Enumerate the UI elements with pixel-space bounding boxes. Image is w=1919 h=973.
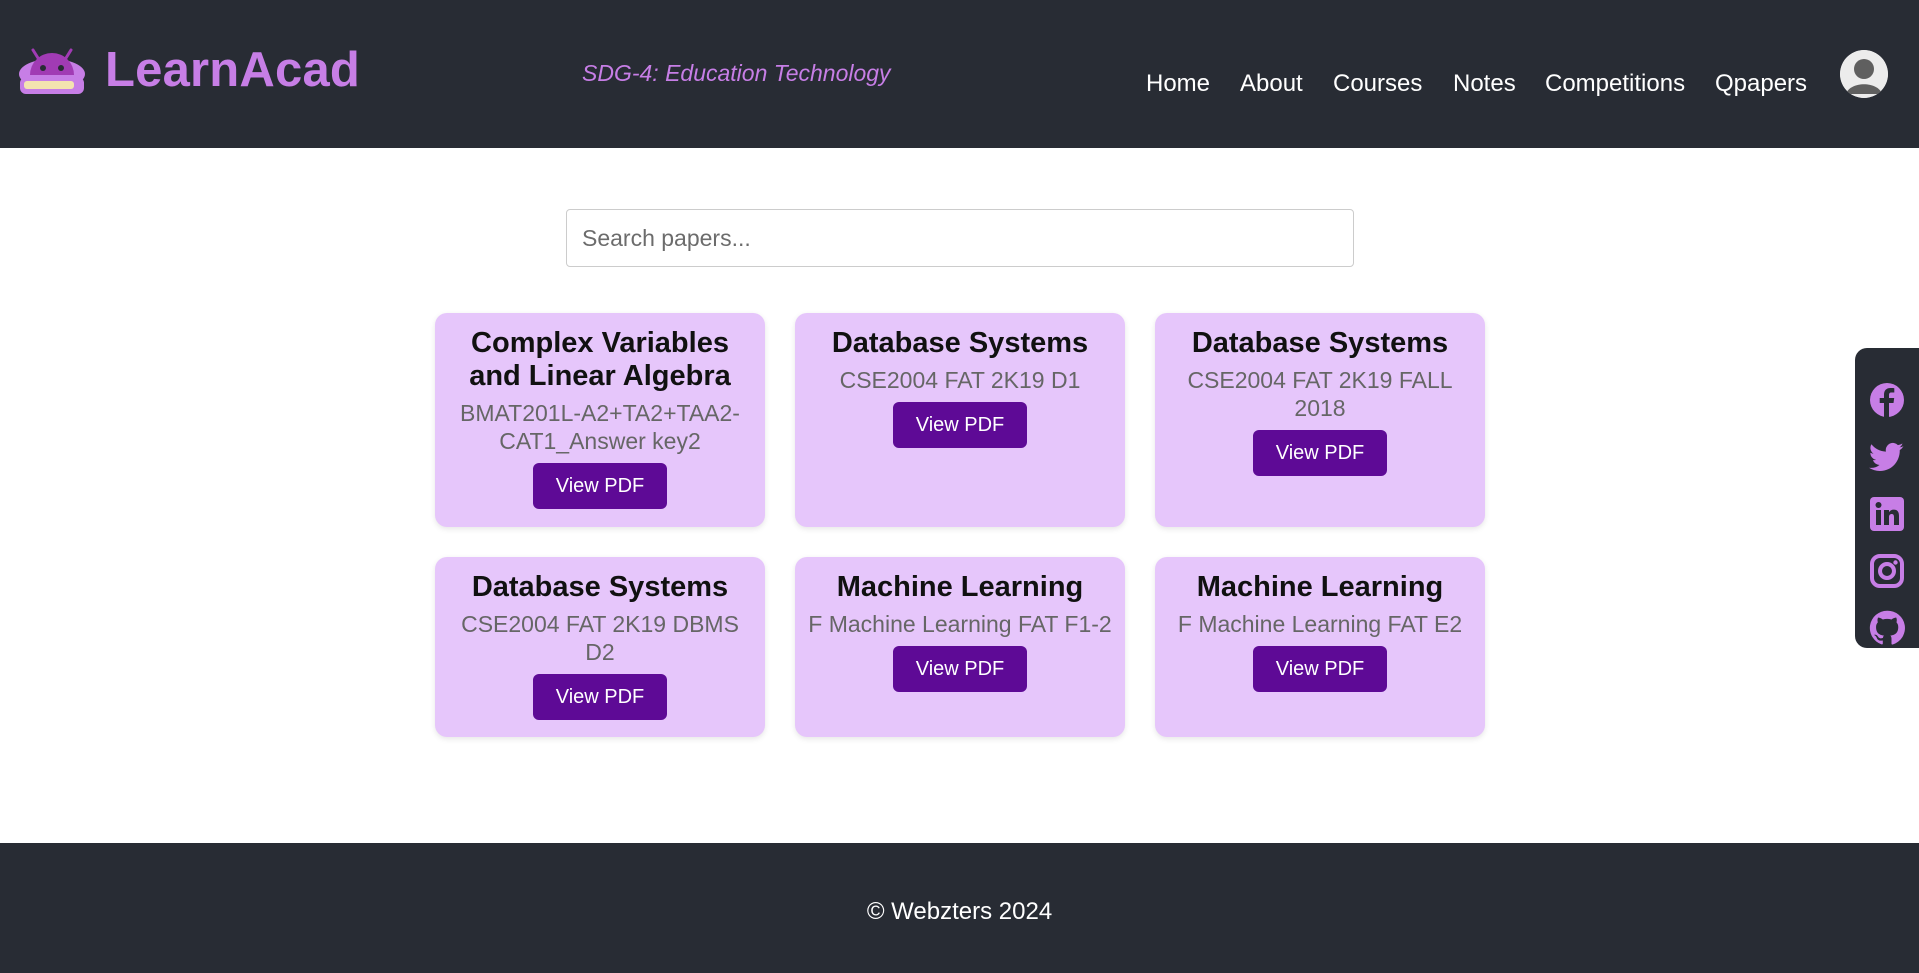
view-pdf-button[interactable]: View PDF — [533, 674, 667, 720]
paper-code: BMAT201L-A2+TA2+TAA2-CAT1_Answer key2 — [460, 400, 740, 454]
nav-qpapers[interactable]: Qpapers — [1715, 70, 1807, 98]
instagram-link[interactable] — [1855, 551, 1919, 591]
paper-title: Database Systems — [1191, 327, 1449, 359]
view-pdf-button[interactable]: View PDF — [893, 402, 1027, 448]
site-footer: © Webzters 2024 — [0, 843, 1919, 973]
paper-card: Database Systems CSE2004 FAT 2K19 FALL 2… — [1155, 313, 1485, 527]
paper-title: Complex Variables and Linear Algebra — [469, 327, 731, 392]
github-link[interactable] — [1855, 608, 1919, 648]
paper-card: Machine Learning F Machine Learning FAT … — [795, 557, 1125, 737]
view-pdf-button[interactable]: View PDF — [893, 646, 1027, 692]
nav-notes[interactable]: Notes — [1453, 70, 1516, 98]
paper-card: Complex Variables and Linear Algebra BMA… — [435, 313, 765, 527]
paper-title: Machine Learning — [1196, 571, 1444, 603]
paper-card: Database Systems CSE2004 FAT 2K19 D1 Vie… — [795, 313, 1125, 527]
paper-code: CSE2004 FAT 2K19 DBMS D2 — [461, 611, 739, 665]
view-pdf-button[interactable]: View PDF — [533, 463, 667, 509]
view-pdf-button[interactable]: View PDF — [1253, 430, 1387, 476]
user-avatar[interactable] — [1840, 50, 1888, 98]
paper-code: F Machine Learning FAT F1-2 — [808, 611, 1112, 637]
paper-code: CSE2004 FAT 2K19 D1 — [839, 367, 1081, 393]
paper-title: Database Systems — [831, 327, 1089, 359]
site-header: LearnAcad SDG-4: Education Technology Ho… — [0, 0, 1919, 148]
nav-about[interactable]: About — [1240, 70, 1303, 98]
tagline: SDG-4: Education Technology — [582, 60, 891, 86]
user-icon — [1840, 50, 1888, 98]
view-pdf-button[interactable]: View PDF — [1253, 646, 1387, 692]
nav-courses[interactable]: Courses — [1333, 70, 1422, 98]
facebook-link[interactable] — [1855, 380, 1919, 420]
paper-title: Machine Learning — [836, 571, 1084, 603]
paper-title: Database Systems — [471, 571, 729, 603]
linkedin-link[interactable] — [1855, 494, 1919, 534]
paper-card: Machine Learning F Machine Learning FAT … — [1155, 557, 1485, 737]
nav-competitions[interactable]: Competitions — [1545, 70, 1685, 98]
social-sidebar — [1855, 348, 1919, 648]
nav-home[interactable]: Home — [1146, 70, 1210, 98]
copyright-text: © Webzters 2024 — [866, 898, 1053, 925]
instagram-icon — [1870, 554, 1904, 588]
facebook-icon — [1870, 383, 1904, 417]
linkedin-icon — [1870, 497, 1904, 531]
search-input[interactable] — [566, 209, 1354, 267]
brand-name[interactable]: LearnAcad — [105, 42, 360, 98]
paper-code: CSE2004 FAT 2K19 FALL 2018 — [1187, 367, 1453, 421]
twitter-icon — [1869, 442, 1904, 471]
paper-code: F Machine Learning FAT E2 — [1177, 611, 1463, 637]
github-icon — [1869, 610, 1905, 645]
twitter-link[interactable] — [1855, 437, 1919, 477]
logo-icon — [19, 48, 85, 94]
paper-card: Database Systems CSE2004 FAT 2K19 DBMS D… — [435, 557, 765, 737]
